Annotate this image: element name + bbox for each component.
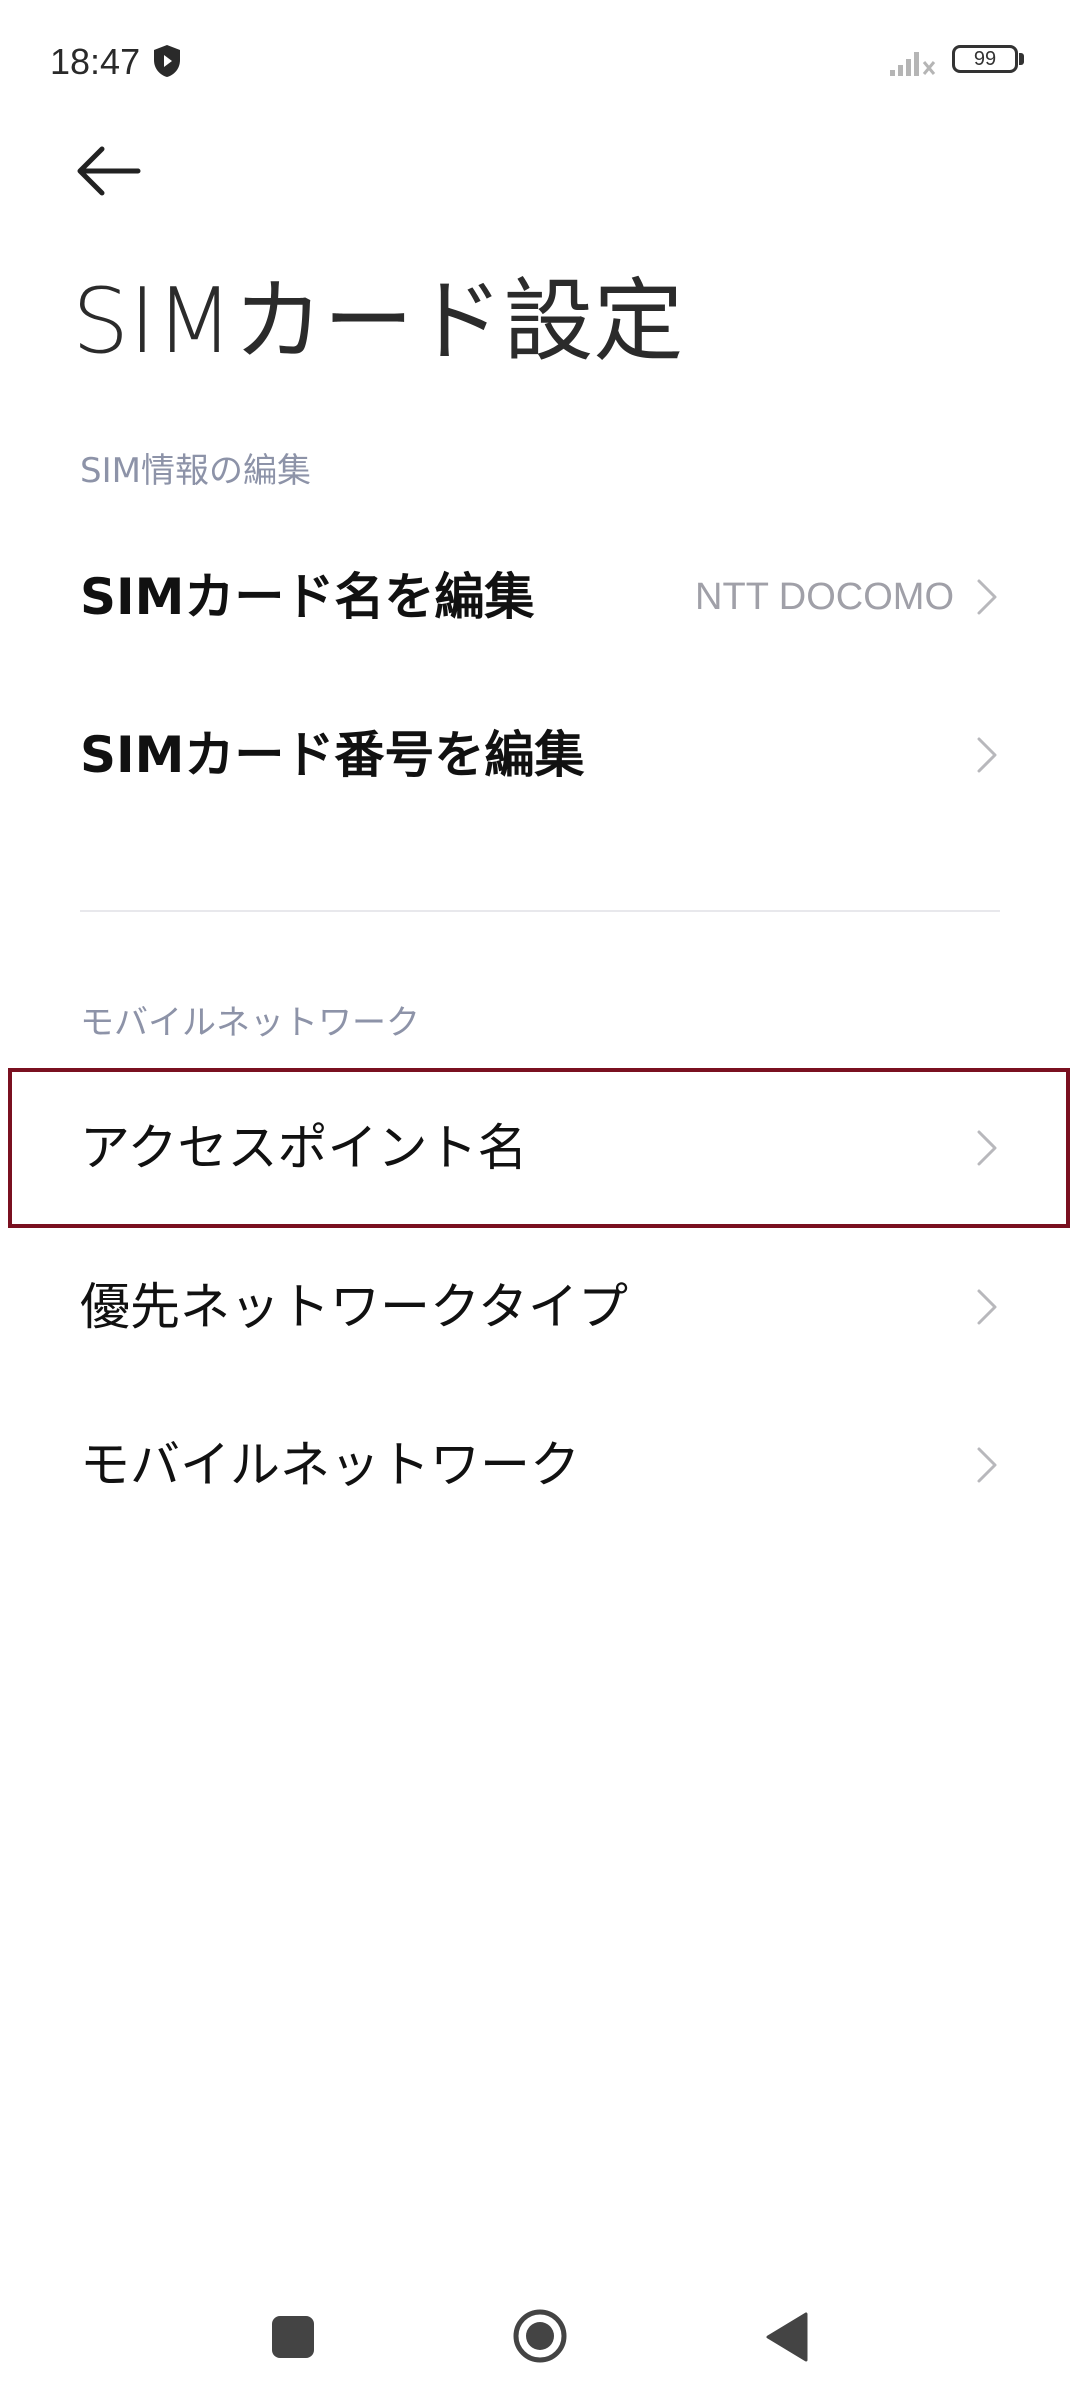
shield-icon (154, 45, 180, 77)
home-circle-icon[interactable] (510, 2306, 570, 2366)
preferred-network-type-row[interactable]: 優先ネットワークタイプ (0, 1232, 1080, 1382)
row-label: SIMカード番号を編集 (80, 726, 585, 784)
divider (80, 910, 1000, 912)
chevron-right-icon (977, 737, 997, 773)
page-title: SIMカード設定 (72, 269, 684, 374)
chevron-right-icon (977, 1447, 997, 1483)
section-header-mobile-network: モバイルネットワーク (80, 1003, 420, 1043)
row-label: SIMカード名を編集 (80, 568, 535, 626)
chevron-right-icon (977, 579, 997, 615)
mobile-network-row[interactable]: モバイルネットワーク (0, 1390, 1080, 1540)
status-bar: 18:47 99 (0, 0, 1080, 120)
section-header-sim-info: SIM情報の編集 (80, 451, 311, 491)
arrow-left-icon[interactable] (68, 140, 148, 220)
edit-sim-number-row[interactable]: SIMカード番号を編集 (0, 680, 1080, 830)
row-value: NTT DOCOMO (695, 576, 954, 618)
row-label: アクセスポイント名 (80, 1119, 528, 1177)
navigation-bar (0, 2280, 1080, 2400)
edit-sim-name-row[interactable]: SIMカード名を編集 NTT DOCOMO (0, 522, 1080, 672)
signal-icon (890, 52, 936, 76)
status-time: 18:47 (50, 41, 141, 82)
row-label: モバイルネットワーク (80, 1436, 580, 1494)
battery-level: 99 (973, 48, 997, 70)
chevron-right-icon (977, 1289, 997, 1325)
battery-tip (1019, 53, 1024, 65)
recents-square-icon[interactable] (272, 2316, 314, 2358)
row-label: 優先ネットワークタイプ (80, 1278, 628, 1336)
battery-icon: 99 (952, 45, 1018, 73)
back-triangle-icon[interactable] (764, 2310, 810, 2364)
chevron-right-icon (977, 1130, 997, 1166)
access-point-name-row[interactable]: アクセスポイント名 (0, 1073, 1080, 1223)
